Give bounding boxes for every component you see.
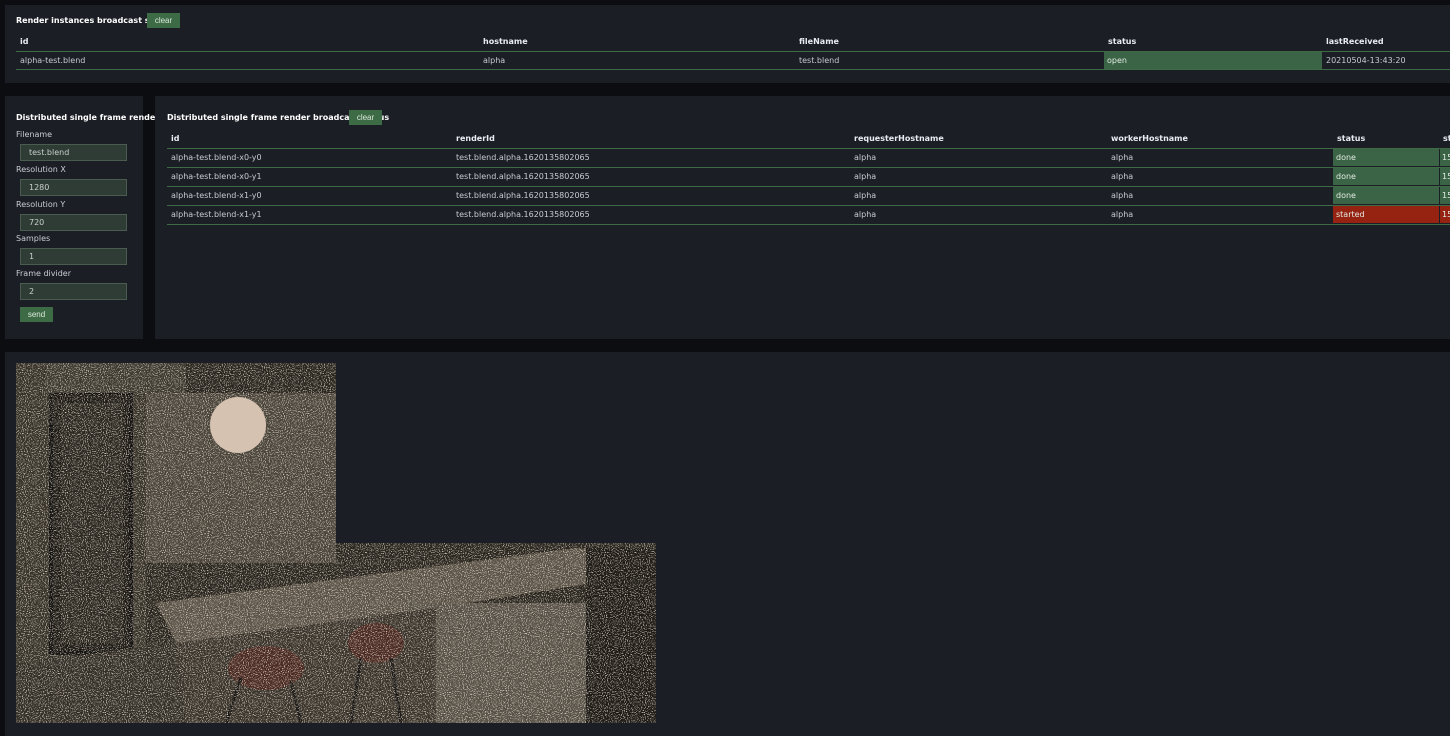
frame-id: alpha-test.blend-x1-y1 (171, 210, 262, 219)
frame-worker: alpha (1111, 153, 1134, 162)
frames-col-worker: workerHostname (1111, 134, 1188, 143)
instances-col-hostname: hostname (483, 37, 528, 46)
frame-id: alpha-test.blend-x1-y0 (171, 191, 262, 200)
frames-col-requester: requesterHostname (854, 134, 944, 143)
frame-renderid: test.blend.alpha.1620135802065 (456, 153, 590, 162)
send-button[interactable]: send (20, 307, 53, 322)
resolution-x-field[interactable] (20, 179, 127, 196)
status-badge: done (1333, 187, 1439, 204)
instances-clear-button[interactable]: clear (147, 13, 180, 28)
frames-row-divider (167, 167, 1450, 168)
render-form-panel: Distributed single frame render Filename… (5, 96, 159, 339)
instance-lastreceived: 20210504-13:43:20 (1326, 56, 1406, 65)
frame-extra: 15 (1440, 168, 1450, 185)
frame-renderid: test.blend.alpha.1620135802065 (456, 172, 590, 181)
frames-col-status: status (1337, 134, 1366, 143)
frame-worker: alpha (1111, 191, 1134, 200)
frame-extra: 15 (1440, 187, 1450, 204)
resolution-y-label: Resolution Y (16, 200, 66, 209)
frames-row-divider (167, 224, 1450, 225)
filename-field[interactable] (20, 144, 127, 161)
status-badge: started (1333, 206, 1439, 223)
render-preview-image (16, 363, 656, 723)
frame-divider-label: Frame divider (16, 269, 72, 278)
samples-label: Samples (16, 234, 51, 243)
instances-panel: Render instances broadcast status clear … (5, 5, 1450, 83)
resolution-y-field[interactable] (20, 214, 127, 231)
status-badge: done (1333, 149, 1439, 166)
frame-extra: 15 (1440, 206, 1450, 223)
frames-col-id: id (171, 134, 180, 143)
frame-requester: alpha (854, 172, 877, 181)
frame-id: alpha-test.blend-x0-y0 (171, 153, 262, 162)
frames-row-divider (167, 186, 1450, 187)
status-badge: open (1104, 52, 1322, 69)
instances-col-id: id (20, 37, 29, 46)
instances-row-divider (16, 69, 1450, 70)
instance-hostname: alpha (483, 56, 506, 65)
frame-worker: alpha (1111, 172, 1134, 181)
frame-requester: alpha (854, 153, 877, 162)
frame-requester: alpha (854, 191, 877, 200)
render-preview-panel (5, 352, 1450, 736)
instance-id: alpha-test.blend (20, 56, 86, 65)
frame-renderid: test.blend.alpha.1620135802065 (456, 191, 590, 200)
instances-col-lastreceived: lastReceived (1326, 37, 1384, 46)
form-title: Distributed single frame render (16, 113, 160, 122)
instances-col-filename: fileName (799, 37, 839, 46)
frame-worker: alpha (1111, 210, 1134, 219)
samples-field[interactable] (20, 248, 127, 265)
frames-col-renderid: renderId (456, 134, 495, 143)
frames-panel: Distributed single frame render broadcas… (155, 96, 1450, 339)
filename-label: Filename (16, 130, 53, 139)
frame-divider-field[interactable] (20, 283, 127, 300)
resolution-x-label: Resolution X (16, 165, 66, 174)
frames-row-divider (167, 205, 1450, 206)
frames-clear-button[interactable]: clear (349, 110, 382, 125)
status-badge: done (1333, 168, 1439, 185)
frames-col-extra: st (1443, 134, 1450, 143)
instances-col-status: status (1108, 37, 1137, 46)
frame-requester: alpha (854, 210, 877, 219)
frames-header-divider (167, 148, 1450, 149)
frame-extra: 15 (1440, 149, 1450, 166)
frame-id: alpha-test.blend-x0-y1 (171, 172, 262, 181)
frame-renderid: test.blend.alpha.1620135802065 (456, 210, 590, 219)
instance-filename: test.blend (799, 56, 840, 65)
